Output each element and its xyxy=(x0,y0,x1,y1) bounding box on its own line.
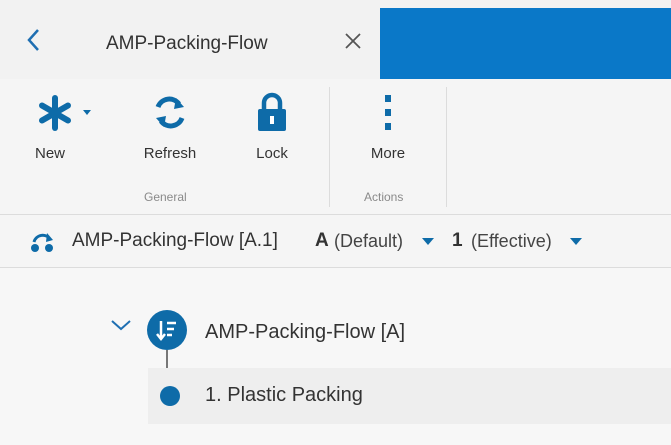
refresh-button-label: Refresh xyxy=(143,145,197,162)
revision-bar: AMP-Packing-Flow [A.1] A (Default) 1 (Ef… xyxy=(0,215,671,268)
step-dot-icon xyxy=(160,386,180,406)
new-button-label: New xyxy=(34,145,65,162)
group-label-actions: Actions xyxy=(364,190,404,204)
tree-child-item[interactable]: 1. Plastic Packing xyxy=(148,368,671,424)
close-icon[interactable] xyxy=(342,30,364,52)
revision-code[interactable]: A xyxy=(315,230,329,252)
tree-child-label: 1. Plastic Packing xyxy=(205,384,363,406)
back-chevron-icon[interactable] xyxy=(22,26,46,54)
lock-button-label: Lock xyxy=(256,145,288,162)
version-code[interactable]: 1 xyxy=(452,230,463,252)
more-button[interactable]: More xyxy=(352,89,424,169)
new-button[interactable]: New xyxy=(30,89,102,169)
tab-bar: AMP-Packing-Flow xyxy=(0,0,671,79)
flow-node-icon xyxy=(147,310,187,350)
more-button-label: More xyxy=(370,145,406,162)
version-label[interactable]: (Effective) xyxy=(471,231,552,252)
refresh-icon xyxy=(155,96,185,129)
header-accent-bar xyxy=(380,8,671,79)
chevron-down-icon[interactable] xyxy=(110,318,132,332)
version-dropdown-icon[interactable] xyxy=(569,237,583,246)
dropdown-caret-icon xyxy=(83,110,91,115)
document-tab[interactable]: AMP-Packing-Flow xyxy=(0,0,380,79)
flow-tree: AMP-Packing-Flow [A] 1. Plastic Packing xyxy=(0,268,671,445)
lock-button[interactable]: Lock xyxy=(236,89,308,169)
asterisk-icon xyxy=(39,95,91,131)
group-separator xyxy=(329,87,330,207)
tab-title: AMP-Packing-Flow xyxy=(106,33,268,54)
command-toolbar: New Refresh Lock General More Actions xyxy=(0,79,671,215)
group-separator xyxy=(446,87,447,207)
sort-list-icon xyxy=(156,321,176,342)
routing-flow-icon xyxy=(31,233,53,252)
revision-dropdown-icon[interactable] xyxy=(421,237,435,246)
tree-root-label[interactable]: AMP-Packing-Flow [A] xyxy=(205,321,405,344)
group-label-general: General xyxy=(144,190,187,204)
lock-icon xyxy=(258,92,286,131)
refresh-button[interactable]: Refresh xyxy=(134,89,206,169)
more-vertical-icon xyxy=(385,95,391,130)
revision-label[interactable]: (Default) xyxy=(334,231,403,252)
item-name: AMP-Packing-Flow [A.1] xyxy=(72,230,278,251)
